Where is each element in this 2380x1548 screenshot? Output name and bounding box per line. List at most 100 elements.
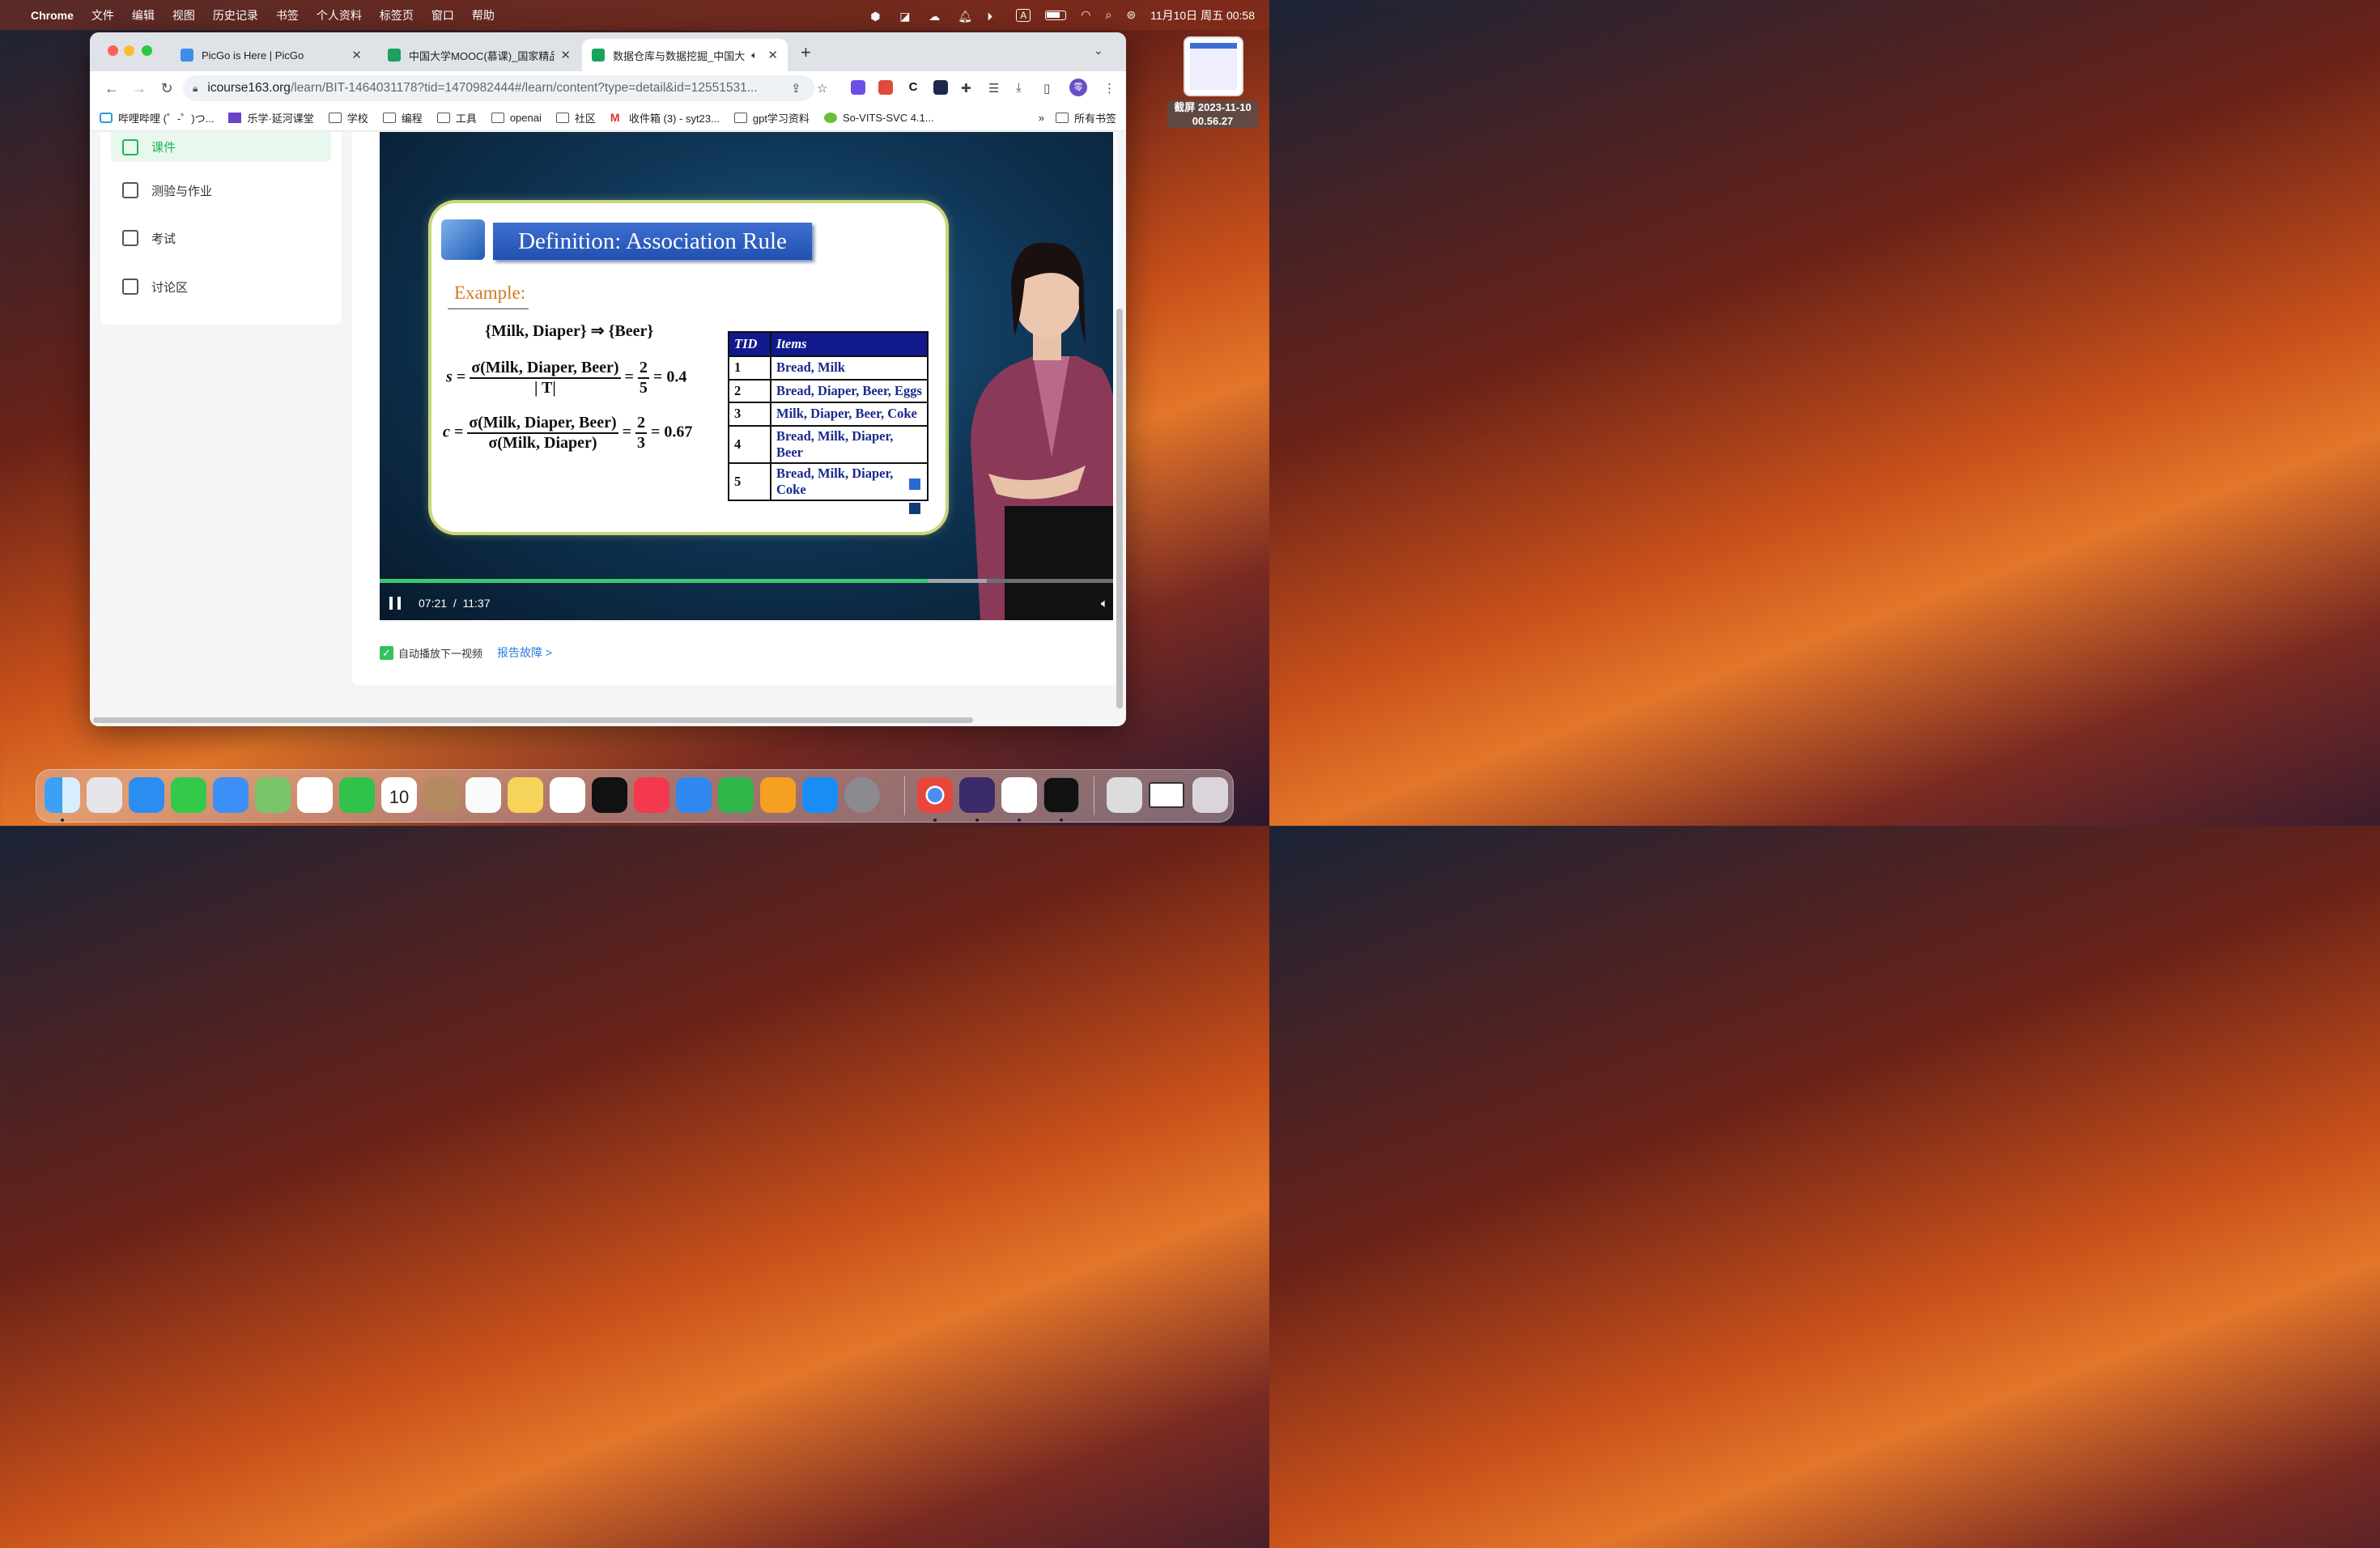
extensions-puzzle-icon[interactable]: ✚ — [961, 81, 971, 96]
tab-mooc[interactable]: 中国大学MOOC(慕课)_国家精品 ✕ — [378, 39, 580, 71]
horizontal-scrollbar[interactable] — [93, 717, 973, 723]
close-window-button[interactable] — [108, 45, 118, 56]
forward-button[interactable]: → — [125, 80, 153, 97]
minimize-window-button[interactable] — [124, 45, 134, 56]
photos-icon[interactable] — [297, 777, 333, 813]
extension-c-icon[interactable]: C — [906, 80, 920, 95]
audio-playing-icon[interactable]: 🔈︎ — [751, 49, 757, 62]
mail-icon[interactable] — [213, 777, 249, 813]
video-player[interactable]: Definition: Association Rule Example: {M… — [380, 132, 1113, 620]
pages-icon[interactable] — [760, 777, 796, 813]
bookmark-folder-community[interactable]: 社区 — [555, 110, 596, 125]
tab-search-chevron-icon[interactable]: ⌄ — [1094, 44, 1103, 57]
volume-icon[interactable]: 🔈︎ — [1101, 597, 1108, 610]
menu-profile[interactable]: 个人资料 — [317, 7, 362, 23]
menu-history[interactable]: 历史记录 — [213, 7, 258, 23]
chrome-menu-icon[interactable]: ⋮ — [1103, 81, 1116, 96]
report-issue-link[interactable]: 报告故障 > — [497, 644, 552, 661]
sidebar-item-exam[interactable]: 考试 — [111, 214, 331, 262]
menu-help[interactable]: 帮助 — [472, 7, 495, 23]
maps-icon[interactable] — [255, 777, 291, 813]
bookmark-sovits[interactable]: So-VITS-SVC 4.1... — [823, 112, 934, 124]
bell-icon[interactable]: 🔔︎ — [958, 10, 972, 23]
vertical-scrollbar[interactable] — [1116, 308, 1123, 708]
finder-icon[interactable] — [45, 777, 80, 813]
cube-icon[interactable]: ⬢ — [870, 10, 885, 23]
reminders-icon[interactable] — [465, 777, 501, 813]
slash-box-icon[interactable]: ◪ — [899, 10, 914, 23]
sidebar-item-courseware[interactable]: 课件 — [111, 132, 331, 162]
bookmark-folder-school[interactable]: 学校 — [328, 110, 368, 125]
keynote-icon[interactable] — [676, 777, 712, 813]
minimized-window-icon[interactable] — [1149, 782, 1184, 808]
chrome-icon[interactable] — [917, 777, 953, 813]
bookmark-folder-programming[interactable]: 编程 — [382, 110, 423, 125]
notes-icon[interactable] — [508, 777, 543, 813]
menu-window[interactable]: 窗口 — [431, 7, 454, 23]
contacts-icon[interactable] — [423, 777, 459, 813]
menu-tabs[interactable]: 标签页 — [380, 7, 414, 23]
sidebar-item-quiz[interactable]: 测验与作业 — [111, 166, 331, 215]
video-progress-bar[interactable] — [380, 579, 1113, 583]
bookmark-star-icon[interactable]: ☆ — [817, 81, 827, 96]
control-center-icon[interactable]: ⊜ — [1126, 8, 1136, 22]
tab-close-icon[interactable]: ✕ — [767, 48, 778, 62]
obsidian-icon[interactable] — [959, 777, 995, 813]
bookmark-all[interactable]: 所有书签 — [1055, 110, 1116, 125]
media-control-icon[interactable]: ☰ — [988, 81, 999, 96]
freeform-icon[interactable] — [550, 777, 585, 813]
screenshot-thumbnail[interactable] — [1184, 36, 1243, 96]
profile-avatar[interactable]: 零 — [1069, 79, 1087, 96]
menu-datetime[interactable]: 11月10日 周五 00:58 — [1150, 7, 1255, 23]
music-icon[interactable] — [634, 777, 669, 813]
menu-file[interactable]: 文件 — [91, 7, 114, 23]
side-panel-icon[interactable]: ▯ — [1043, 81, 1050, 96]
system-settings-icon[interactable] — [844, 777, 880, 813]
sidebar-item-discussion[interactable]: 讨论区 — [111, 262, 331, 311]
tab-close-icon[interactable]: ✕ — [351, 48, 362, 62]
bookmark-folder-gpt[interactable]: gpt学习资料 — [733, 110, 810, 125]
facetime-icon[interactable] — [339, 777, 375, 813]
extension-purple-icon[interactable] — [851, 80, 865, 95]
back-button[interactable]: ← — [98, 80, 125, 97]
extension-shield-icon[interactable] — [933, 80, 948, 95]
trash-icon[interactable] — [1192, 777, 1228, 813]
bookmark-bilibili[interactable]: 哔哩哔哩 (゜-゜)つ... — [100, 110, 214, 125]
cloud-icon[interactable]: ☁ — [929, 10, 943, 23]
terminal-icon[interactable] — [1043, 777, 1079, 813]
apple-tv-icon[interactable] — [592, 777, 627, 813]
reload-button[interactable]: ↻ — [153, 80, 181, 97]
search-icon[interactable]: ⌕ — [1106, 8, 1112, 22]
new-tab-button[interactable]: + — [801, 42, 811, 63]
play-circle-icon[interactable]: ⏵ — [987, 10, 1001, 23]
autoplay-checkbox[interactable]: ✓ — [380, 645, 393, 660]
tab-data-warehouse[interactable]: 数据仓库与数据挖掘_中国大 🔈︎ ✕ — [582, 39, 788, 71]
bookmark-gmail[interactable]: M 收件箱 (3) - syt23... — [610, 110, 720, 125]
downloads-stack-icon[interactable] — [1107, 777, 1142, 813]
app-store-icon[interactable] — [802, 777, 838, 813]
launchpad-icon[interactable] — [87, 777, 122, 813]
bookmark-lexue[interactable]: 乐学·延河课堂 — [228, 110, 314, 125]
menu-edit[interactable]: 编辑 — [132, 7, 155, 23]
menu-bookmarks[interactable]: 书签 — [276, 7, 299, 23]
pause-icon[interactable] — [389, 597, 401, 610]
address-bar[interactable]: 🔒︎ icourse163.org/learn/BIT-1464031178?t… — [183, 75, 814, 101]
battery-icon[interactable] — [1045, 10, 1067, 20]
zoom-window-button[interactable] — [142, 45, 152, 56]
input-method-indicator[interactable]: A — [1016, 8, 1031, 22]
lock-icon[interactable]: 🔒︎ — [193, 83, 198, 95]
bookmarks-overflow-button[interactable]: » — [1039, 112, 1044, 124]
numbers-icon[interactable] — [718, 777, 754, 813]
calendar-icon[interactable]: 10 — [381, 777, 417, 813]
safari-icon[interactable] — [129, 777, 164, 813]
tab-close-icon[interactable]: ✕ — [560, 48, 571, 62]
messages-icon[interactable] — [171, 777, 206, 813]
bookmark-folder-openai[interactable]: openai — [491, 112, 542, 124]
menu-view[interactable]: 视图 — [172, 7, 195, 23]
share-icon[interactable]: ⇪ — [791, 81, 801, 96]
extension-red-icon[interactable] — [878, 80, 893, 95]
wifi-icon[interactable]: ◠ — [1081, 8, 1090, 22]
qq-icon[interactable] — [1001, 777, 1037, 813]
download-icon[interactable]: ⤓ — [1016, 81, 1022, 95]
bookmark-folder-tools[interactable]: 工具 — [436, 110, 477, 125]
